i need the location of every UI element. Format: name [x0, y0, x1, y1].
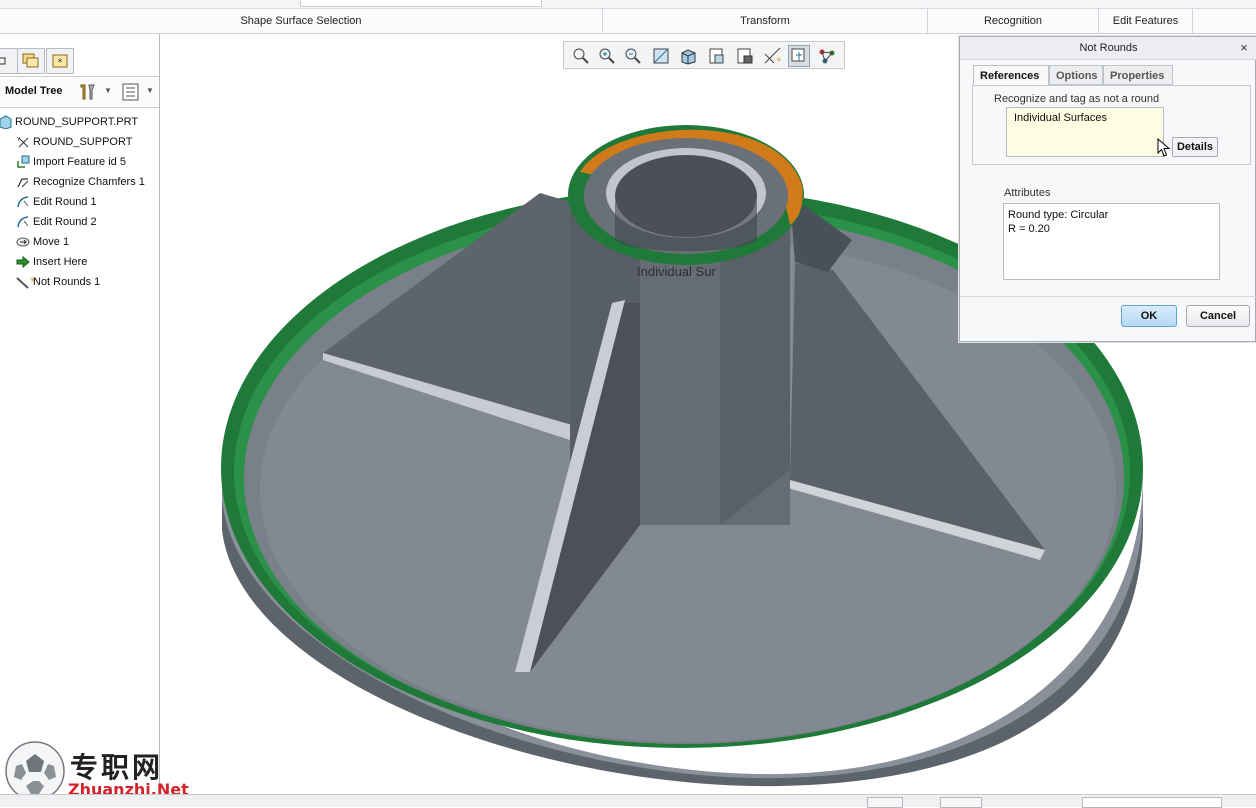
tree-item-recognize-chamfers[interactable]: Recognize Chamfers 1: [16, 173, 145, 191]
tab-options[interactable]: Options: [1049, 65, 1103, 85]
saved-orientations-button[interactable]: [706, 45, 728, 67]
display-style-button[interactable]: [678, 45, 700, 67]
model-tree-settings-icon[interactable]: [78, 82, 98, 102]
tree-item-insert-here[interactable]: Insert Here: [16, 253, 87, 271]
zoom-out-button[interactable]: [622, 45, 644, 67]
dialog-title: Not Rounds: [960, 37, 1256, 60]
navigator-tab-folder-browser[interactable]: [17, 48, 45, 74]
ribbon-group-recognition[interactable]: Recognition: [928, 9, 1099, 33]
show-list-icon[interactable]: [122, 83, 140, 101]
ribbon-group-shape-surface-selection[interactable]: Shape Surface Selection: [0, 9, 603, 33]
view-manager-icon: [737, 48, 753, 64]
tree-item-move[interactable]: Move 1: [16, 233, 69, 251]
layers-icon: [0, 57, 6, 65]
tree-item-part[interactable]: ROUND_SUPPORT.PRT: [0, 113, 138, 131]
tree-item-edit-round-1[interactable]: Edit Round 1: [16, 193, 97, 211]
tree-item-csys[interactable]: Y ROUND_SUPPORT: [16, 133, 132, 151]
ribbon-top-strip: [0, 0, 1256, 9]
attribute-round-type: Round type: Circular: [1008, 209, 1109, 221]
references-value: Individual Surfaces: [1014, 112, 1107, 124]
datum-display-button[interactable]: ✳: [762, 45, 784, 67]
navigator-panel: * Model Tree ▼ ▼ ROUND_SUPPORT.PRT Y ROUN…: [0, 34, 160, 794]
chevron-down-icon[interactable]: ▼: [146, 86, 154, 95]
view-manager-button[interactable]: [734, 45, 756, 67]
cancel-button[interactable]: Cancel: [1186, 305, 1250, 327]
model-tree-header: Model Tree ▼ ▼: [0, 76, 159, 108]
zoom-in-icon: [599, 48, 615, 64]
tree-item-import-feature[interactable]: Import Feature id 5: [16, 153, 126, 171]
zoom-in-button[interactable]: [596, 45, 618, 67]
soccer-ball-logo-icon: [5, 741, 65, 801]
svg-text:*: *: [58, 58, 63, 68]
ribbon-group-labels: Shape Surface Selection Transform Recogn…: [0, 9, 1256, 34]
datum-display-icon: ✳: [764, 47, 782, 64]
details-button[interactable]: Details: [1172, 137, 1218, 157]
svg-text:✳: ✳: [776, 56, 782, 64]
mouse-cursor-icon: [1157, 138, 1171, 157]
not-rounds-dialog: Not Rounds × References Options Properti…: [959, 36, 1256, 342]
tree-item-edit-round-2[interactable]: Edit Round 2: [16, 213, 97, 231]
attributes-box: Round type: Circular R = 0.20: [1003, 203, 1220, 280]
dialog-separator: [960, 296, 1256, 297]
tab-references[interactable]: References: [973, 65, 1049, 86]
chevron-down-icon[interactable]: ▼: [104, 86, 112, 95]
graphics-toolbar: ✳: [563, 41, 845, 69]
status-control[interactable]: [940, 797, 982, 808]
status-bar: [0, 794, 1256, 808]
folder-browser-icon: [22, 53, 39, 68]
status-control[interactable]: [867, 797, 903, 808]
edit-round-icon: [17, 196, 29, 208]
recognize-chamfer-icon: [17, 178, 29, 188]
tab-properties[interactable]: Properties: [1103, 65, 1173, 85]
coordinate-system-icon: Y: [16, 137, 29, 148]
ribbon-group-transform[interactable]: Transform: [603, 9, 928, 33]
saved-views-icon: [709, 48, 724, 64]
refit-icon: [573, 48, 589, 64]
refit-button[interactable]: [570, 45, 592, 67]
references-collector[interactable]: Individual Surfaces: [1006, 107, 1164, 157]
repaint-icon: [653, 48, 669, 64]
move-icon: [16, 237, 30, 247]
selection-filter[interactable]: [1082, 797, 1222, 808]
display-style-cube-icon: [681, 49, 696, 65]
attribute-radius: R = 0.20: [1008, 223, 1050, 235]
part-icon: [0, 115, 12, 130]
watermark: 专职网 Zhuanzhi.Net: [0, 740, 200, 802]
zoom-out-icon: [625, 48, 641, 64]
edit-round-icon: [17, 216, 29, 228]
insert-arrow-icon: [16, 256, 30, 269]
model-tree-title: Model Tree: [5, 85, 63, 97]
ok-button[interactable]: OK: [1121, 305, 1177, 327]
spin-center-icon: [819, 49, 835, 64]
attributes-label: Attributes: [1004, 187, 1051, 199]
svg-text:Y: Y: [16, 137, 21, 143]
ribbon-group-edit-features[interactable]: Edit Features: [1099, 9, 1193, 33]
ribbon-input-remnant: [300, 0, 542, 7]
close-icon[interactable]: ×: [1235, 39, 1253, 57]
navigator-tab-favorites[interactable]: *: [46, 48, 74, 74]
references-label: Recognize and tag as not a round: [994, 93, 1160, 105]
tree-item-not-rounds[interactable]: ✳ Not Rounds 1: [16, 273, 100, 291]
spin-center-button[interactable]: [816, 45, 838, 67]
repaint-button[interactable]: [650, 45, 672, 67]
import-feature-icon: [17, 155, 30, 168]
favorites-folder-icon: *: [52, 54, 68, 68]
annotation-display-button[interactable]: [788, 45, 810, 67]
surface-preview-label: Individual Sur: [637, 264, 716, 279]
annotation-display-icon: [791, 48, 805, 62]
